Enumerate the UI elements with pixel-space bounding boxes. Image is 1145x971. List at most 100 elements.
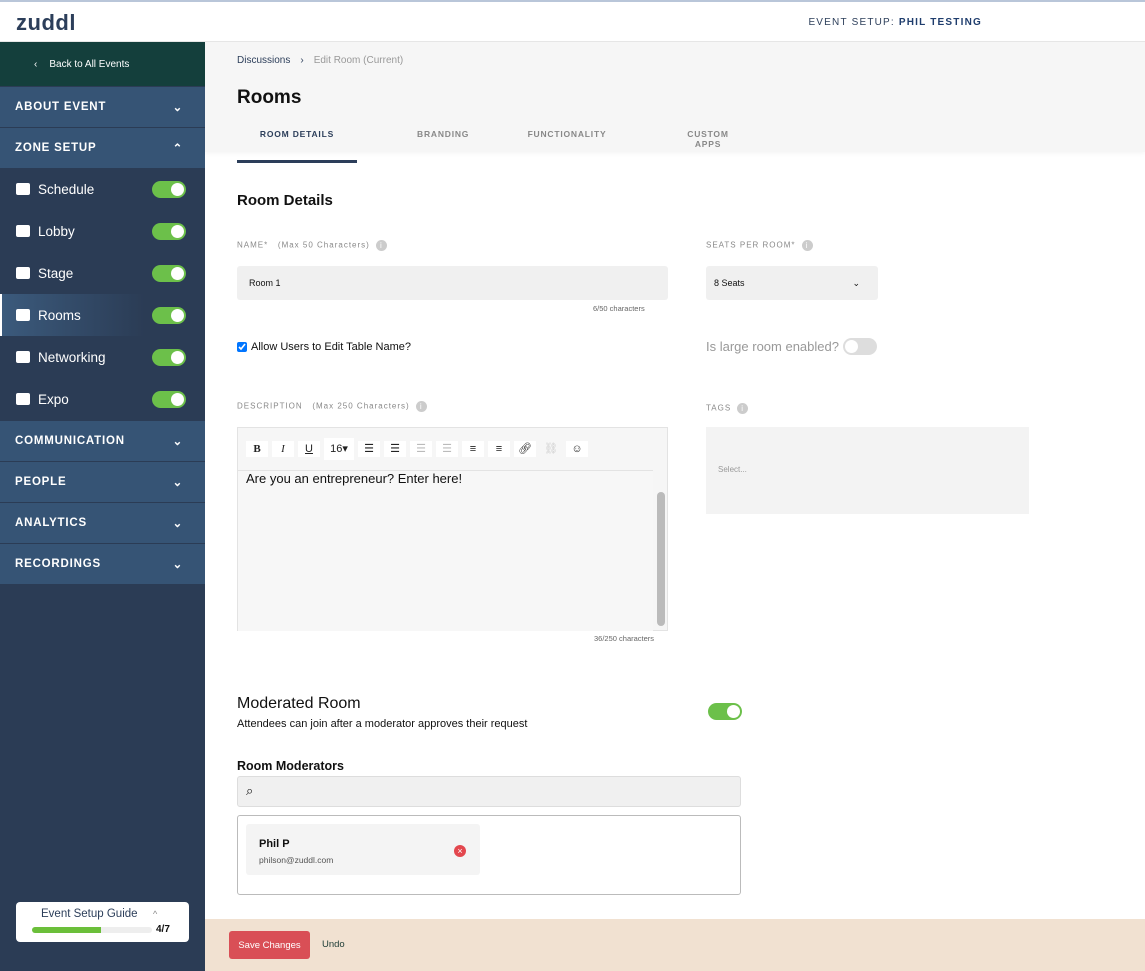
item-label: Schedule <box>38 181 95 197</box>
emoji-icon[interactable]: ☺ <box>566 441 588 457</box>
main-content: Discussions › Edit Room (Current) Rooms RO… <box>205 42 1145 919</box>
expo-toggle[interactable] <box>152 390 186 408</box>
name-label: NAME* (Max 50 Characters) i <box>237 240 387 251</box>
name-input[interactable]: Room 1 <box>237 266 668 300</box>
tab-custom-apps[interactable]: CUSTOM APPS <box>673 124 743 163</box>
tab-functionality[interactable]: FUNCTIONALITY <box>527 124 607 163</box>
indent-icon[interactable]: ☰ <box>410 441 432 457</box>
item-label: Networking <box>38 349 106 365</box>
tab-branding[interactable]: BRANDING <box>417 124 468 163</box>
tags-placeholder: Select... <box>718 465 747 474</box>
section-zone-setup[interactable]: ZONE SETUP ⌃ <box>0 127 205 168</box>
moderator-card: Phil P philson@zuddl.com × <box>246 824 480 875</box>
save-changes-button[interactable]: Save Changes <box>229 931 310 959</box>
description-editor: B I U 16▾ ☰ ☰ ☰ ☰ ≡ ≡ 🔗︎ ⛓︎ ☺ Are you an… <box>237 427 668 631</box>
info-icon[interactable]: i <box>737 403 749 414</box>
section-label: ZONE SETUP <box>15 142 97 154</box>
moderated-toggle[interactable] <box>708 703 742 720</box>
chevron-down-icon: ⌄ <box>172 477 183 489</box>
guide-progress-count: 4/7 <box>156 924 170 935</box>
moderator-list: Phil P philson@zuddl.com × <box>237 815 741 895</box>
sidebar-item-rooms[interactable]: Rooms <box>0 294 205 336</box>
info-icon[interactable]: i <box>801 240 813 251</box>
section-analytics[interactable]: ANALYTICS ⌄ <box>0 502 205 543</box>
seats-value: 8 Seats <box>714 278 745 288</box>
underline-icon[interactable]: U <box>298 441 320 457</box>
unlink-icon[interactable]: ⛓︎ <box>540 441 562 457</box>
sidebar-item-expo[interactable]: Expo <box>0 378 205 420</box>
tags-select[interactable]: Select... <box>706 427 1029 514</box>
info-icon[interactable]: i <box>415 401 427 412</box>
italic-icon[interactable]: I <box>272 441 294 457</box>
large-room-toggle[interactable] <box>842 338 877 355</box>
font-size-value: 16 <box>330 443 343 455</box>
section-label: ABOUT EVENT <box>15 101 107 113</box>
bold-icon[interactable]: B <box>246 441 268 457</box>
search-icon: ⌕ <box>246 783 254 798</box>
chevron-down-icon: ⌄ <box>172 436 183 448</box>
moderator-email: philson@zuddl.com <box>259 855 334 865</box>
guide-progress-fill <box>32 927 101 933</box>
networking-toggle[interactable] <box>152 348 186 366</box>
section-about-event[interactable]: ABOUT EVENT ⌄ <box>0 86 205 127</box>
chevron-down-icon: ⌄ <box>172 102 183 114</box>
stage-icon <box>16 267 30 279</box>
sidebar-item-stage[interactable]: Stage <box>0 252 205 294</box>
outdent-icon[interactable]: ☰ <box>436 441 458 457</box>
section-people[interactable]: PEOPLE ⌄ <box>0 461 205 502</box>
align-left-icon[interactable]: ≡ <box>462 441 484 457</box>
large-room-row: Is large room enabled? <box>706 338 877 355</box>
lobby-toggle[interactable] <box>152 222 186 240</box>
chevron-left-icon: ‹ <box>34 58 38 70</box>
scrollbar[interactable] <box>657 492 665 626</box>
page-title: Rooms <box>237 87 302 108</box>
chevron-up-icon: ⌃ <box>172 143 183 155</box>
name-char-count: 6/50 characters <box>593 304 645 313</box>
bullet-list-icon[interactable]: ☰ <box>358 441 380 457</box>
seats-label-text: SEATS PER ROOM* <box>706 240 796 250</box>
name-label-text: NAME* <box>237 240 269 250</box>
description-textarea[interactable]: Are you an entrepreneur? Enter here! <box>238 470 653 631</box>
stage-toggle[interactable] <box>152 264 186 282</box>
page-header: Discussions › Edit Room (Current) Rooms RO… <box>205 42 1145 163</box>
name-hint: (Max 50 Characters) <box>277 240 370 250</box>
rooms-toggle[interactable] <box>152 306 186 324</box>
sidebar-item-networking[interactable]: Networking <box>0 336 205 378</box>
chevron-down-icon: ⌄ <box>172 518 183 530</box>
section-label: PEOPLE <box>15 476 67 488</box>
editor-toolbar: B I U 16▾ ☰ ☰ ☰ ☰ ≡ ≡ 🔗︎ ⛓︎ ☺ <box>238 428 667 470</box>
desc-label-text: DESCRIPTION <box>237 401 303 411</box>
top-bar: zuddl EVENT SETUP: PHIL TESTING <box>0 0 1145 42</box>
sidebar-item-schedule[interactable]: Schedule <box>0 168 205 210</box>
remove-moderator-icon[interactable]: × <box>454 845 466 857</box>
zuddl-logo[interactable]: zuddl <box>16 10 76 36</box>
sidebar-item-lobby[interactable]: Lobby <box>0 210 205 252</box>
sidebar: ‹ Back to All Events ABOUT EVENT ⌄ ZONE SE… <box>0 42 205 971</box>
item-label: Lobby <box>38 223 75 239</box>
seats-select[interactable]: 8 Seats ⌄ <box>706 266 878 300</box>
section-communication[interactable]: COMMUNICATION ⌄ <box>0 420 205 461</box>
allow-edit-row: Allow Users to Edit Table Name? <box>237 341 411 353</box>
breadcrumb-current: Edit Room (Current) <box>313 55 404 66</box>
info-icon[interactable]: i <box>375 240 387 251</box>
breadcrumb-discussions[interactable]: Discussions <box>237 55 290 66</box>
event-setup-guide[interactable]: Event Setup Guide ^ 4/7 <box>16 902 189 942</box>
section-recordings[interactable]: RECORDINGS ⌄ <box>0 543 205 584</box>
tab-room-details[interactable]: ROOM DETAILS <box>237 124 357 163</box>
section-label: RECORDINGS <box>15 558 101 570</box>
link-icon[interactable]: 🔗︎ <box>514 441 536 457</box>
section-label: COMMUNICATION <box>15 435 125 447</box>
numbered-list-icon[interactable]: ☰ <box>384 441 406 457</box>
tabs: ROOM DETAILS BRANDING FUNCTIONALITY CUST… <box>237 124 743 163</box>
item-label: Stage <box>38 265 74 281</box>
schedule-toggle[interactable] <box>152 180 186 198</box>
tags-label-text: TAGS <box>706 403 732 413</box>
font-size-select[interactable]: 16▾ <box>324 438 354 460</box>
chevron-right-icon: › <box>300 55 304 66</box>
align-justify-icon[interactable]: ≡ <box>488 441 510 457</box>
chevron-up-icon[interactable]: ^ <box>153 909 157 919</box>
back-to-events-button[interactable]: ‹ Back to All Events <box>0 42 205 86</box>
undo-button[interactable]: Undo <box>322 939 345 950</box>
moderator-search-input[interactable]: ⌕ <box>237 776 741 807</box>
allow-edit-checkbox[interactable] <box>237 342 247 352</box>
